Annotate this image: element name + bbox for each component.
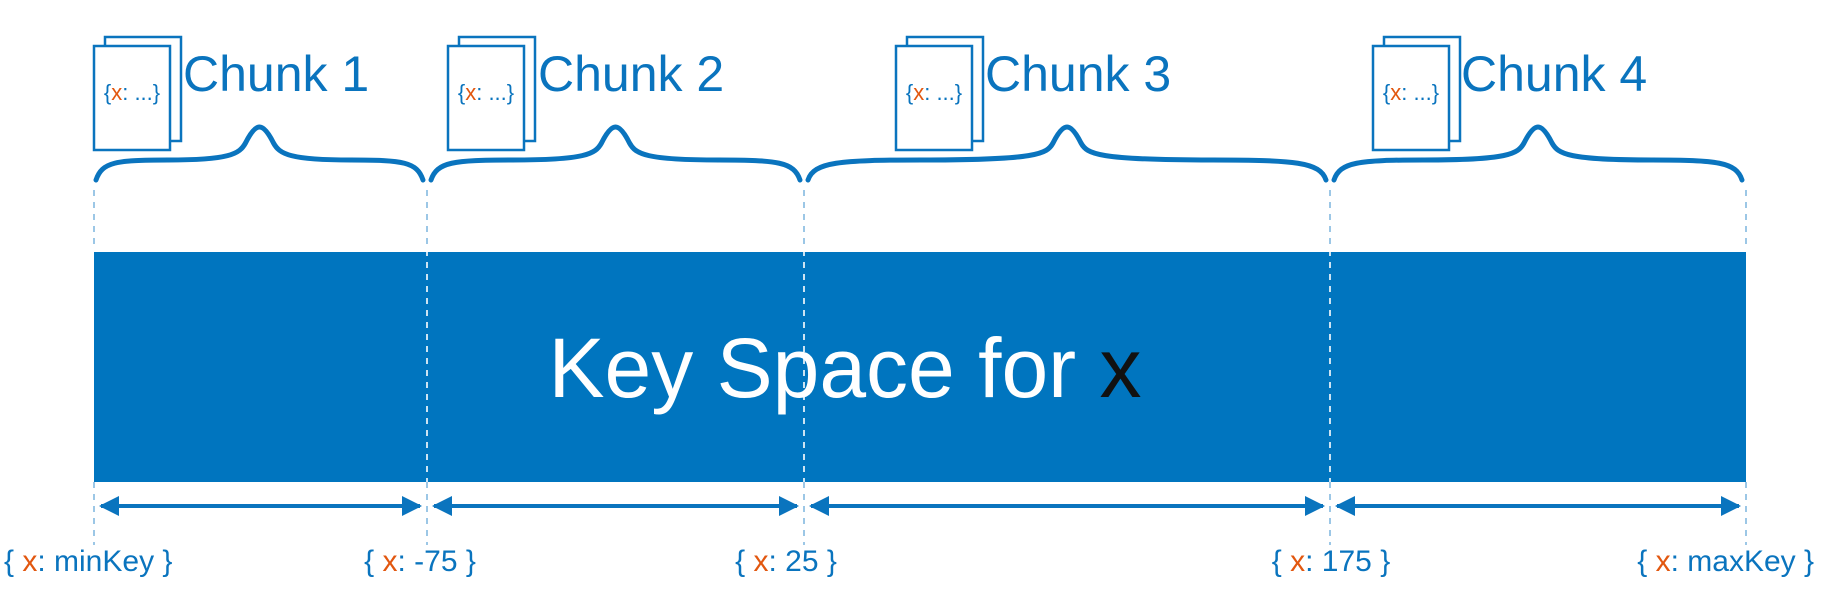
doc-key: x	[111, 80, 122, 105]
key-bound-label: { x: -75 }	[364, 545, 476, 578]
chunk-label: Chunk 1	[183, 46, 369, 102]
bound-value: : -75 }	[397, 545, 475, 578]
document-stack-icon: {x: ...}	[894, 35, 985, 152]
bound-open: {	[4, 545, 22, 578]
doc-key: x	[465, 80, 476, 105]
doc-rest: : ...}	[122, 80, 160, 105]
chunk-group: {x: ...} Chunk 1 {x: ...} Chunk 2 {x: ...} Ch…	[92, 35, 1745, 183]
key-space-title: Key Space for x	[549, 321, 1142, 415]
document-stack-icon: {x: ...}	[1371, 35, 1462, 152]
bound-value: : minKey }	[37, 545, 172, 578]
key-bound-label: { x: maxKey }	[1637, 545, 1814, 578]
bound-value: : 25 }	[768, 545, 836, 578]
bound-open: {	[735, 545, 753, 578]
document-sample-text: {x: ...}	[458, 80, 514, 105]
chunk-3: {x: ...} Chunk 3	[805, 35, 1329, 183]
chunk-4: {x: ...} Chunk 4	[1331, 35, 1745, 183]
key-bound-label: { x: 175 }	[1272, 545, 1390, 578]
key-space-title-variable: x	[1099, 321, 1141, 415]
document-sample-text: {x: ...}	[906, 80, 962, 105]
bound-open: {	[1272, 545, 1290, 578]
doc-open-brace: {	[458, 80, 465, 105]
doc-rest: : ...}	[476, 80, 514, 105]
document-sample-text: {x: ...}	[1383, 80, 1439, 105]
doc-rest: : ...}	[924, 80, 962, 105]
chunk-label: Chunk 3	[985, 46, 1171, 102]
doc-open-brace: {	[104, 80, 111, 105]
bound-open: {	[1637, 545, 1655, 578]
document-stack-icon: {x: ...}	[446, 35, 537, 152]
doc-open-brace: {	[1383, 80, 1390, 105]
bound-open: {	[364, 545, 382, 578]
doc-rest: : ...}	[1401, 80, 1439, 105]
chunk-key-space-diagram: {x: ...} Chunk 1 {x: ...} Chunk 2 {x: ...} Ch…	[0, 0, 1823, 603]
bound-key: x	[382, 545, 397, 578]
key-bound-label: { x: 25 }	[735, 545, 837, 578]
chunk-label: Chunk 2	[538, 46, 724, 102]
diagram-canvas: {x: ...} Chunk 1 {x: ...} Chunk 2 {x: ...} Ch…	[4, 35, 1814, 578]
document-sample-text: {x: ...}	[104, 80, 160, 105]
chunk-2: {x: ...} Chunk 2	[428, 35, 803, 183]
key-space-title-text: Key Space for	[549, 321, 1100, 415]
bound-key: x	[22, 545, 37, 578]
bound-key: x	[753, 545, 768, 578]
key-bound-labels: { x: minKey }{ x: -75 }{ x: 25 }{ x: 175…	[4, 545, 1814, 578]
chunk-label: Chunk 4	[1461, 46, 1647, 102]
bound-key: x	[1290, 545, 1305, 578]
curly-brace-icon	[805, 124, 1329, 183]
bound-key: x	[1656, 545, 1671, 578]
doc-key: x	[913, 80, 924, 105]
key-bound-label: { x: minKey }	[4, 545, 172, 578]
document-stack-icon: {x: ...}	[92, 35, 183, 152]
doc-key: x	[1390, 80, 1401, 105]
bound-value: : maxKey }	[1671, 545, 1814, 578]
doc-open-brace: {	[906, 80, 913, 105]
chunk-1: {x: ...} Chunk 1	[92, 35, 426, 183]
bound-value: : 175 }	[1305, 545, 1390, 578]
